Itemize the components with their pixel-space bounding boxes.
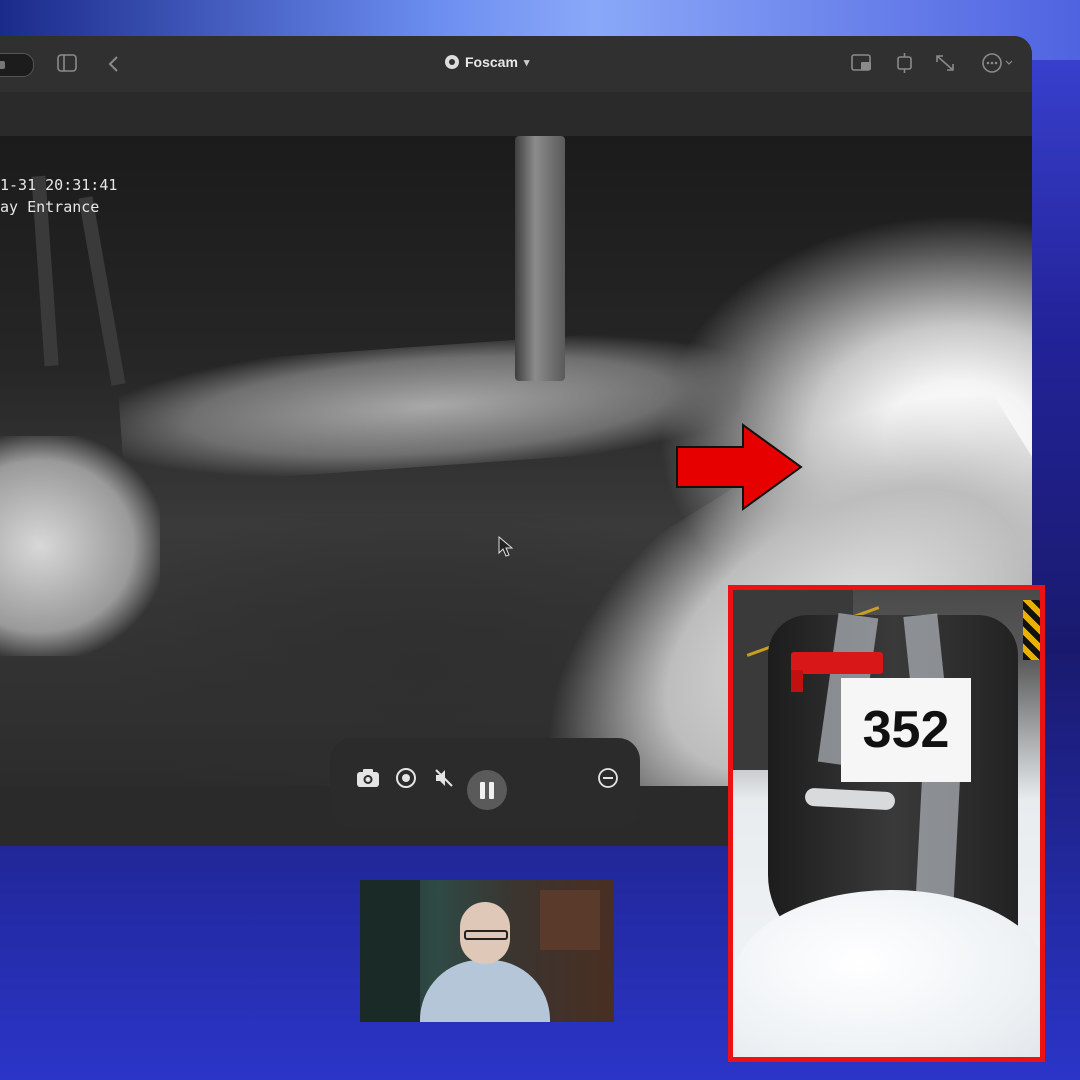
expand-icon[interactable] bbox=[933, 52, 957, 74]
house-number: 352 bbox=[862, 701, 950, 759]
tree-trunk bbox=[78, 196, 126, 386]
house-number-card: 352 bbox=[841, 678, 971, 782]
pause-icon[interactable] bbox=[467, 770, 507, 810]
mailbox-flag bbox=[791, 652, 883, 692]
video-overlay: 1-31 20:31:41 ay Entrance bbox=[0, 174, 117, 218]
record-icon[interactable] bbox=[395, 767, 417, 789]
chevron-down-icon: ▾ bbox=[523, 56, 530, 69]
toggle-pill-icon[interactable] bbox=[0, 53, 34, 77]
mailbox-photo-inset: 352 bbox=[728, 585, 1045, 1062]
more-icon[interactable] bbox=[980, 52, 1014, 74]
picture-in-picture-icon[interactable] bbox=[850, 52, 874, 74]
camera-snapshot-icon[interactable] bbox=[355, 767, 381, 789]
webcam-background-frame bbox=[540, 890, 600, 950]
snow-bank bbox=[116, 324, 744, 488]
person-body bbox=[420, 960, 550, 1022]
tree-trunk-main bbox=[515, 136, 565, 381]
title-bar: Foscam ▾ bbox=[0, 36, 1032, 92]
webcam-background bbox=[360, 880, 420, 1022]
red-arrow-icon bbox=[676, 423, 803, 511]
camera-name: ay Entrance bbox=[0, 198, 100, 216]
refresh-icon[interactable] bbox=[893, 52, 917, 74]
video-timestamp: 1-31 20:31:41 bbox=[0, 176, 118, 194]
snow-pile bbox=[733, 890, 1040, 1057]
back-chevron-icon[interactable] bbox=[106, 54, 122, 74]
mouse-cursor-icon bbox=[498, 536, 514, 557]
webcam-video bbox=[360, 880, 614, 1022]
playback-controls bbox=[330, 738, 640, 828]
snow-pile-left bbox=[0, 436, 160, 656]
glasses bbox=[464, 930, 508, 940]
sidebar-icon[interactable] bbox=[56, 52, 78, 74]
camera-selector[interactable]: Foscam ▾ bbox=[445, 54, 529, 70]
mute-icon[interactable] bbox=[433, 767, 455, 789]
app-title: Foscam bbox=[465, 54, 518, 70]
camera-icon bbox=[445, 55, 459, 69]
reflector-post bbox=[1023, 600, 1040, 660]
more-options-icon[interactable] bbox=[597, 767, 619, 789]
